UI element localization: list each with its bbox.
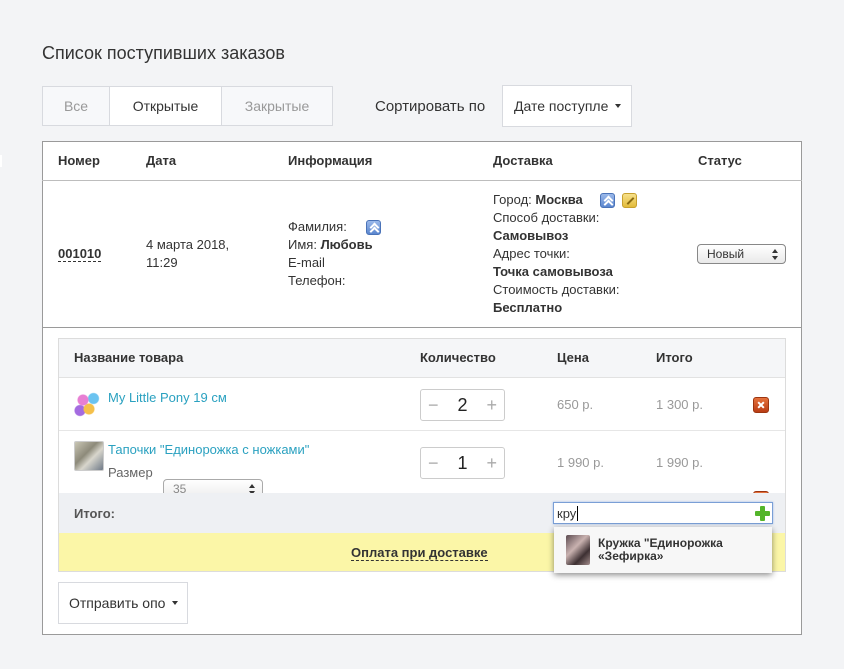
- status-select[interactable]: Новый: [697, 244, 786, 264]
- item-total: 1 990 р.: [656, 455, 703, 470]
- plus-button[interactable]: +: [486, 395, 497, 416]
- suggestion-thumbnail: [566, 535, 590, 565]
- quantity-stepper: − 2 +: [420, 389, 505, 421]
- delete-item-icon[interactable]: [753, 397, 769, 413]
- select-arrows-icon: [772, 249, 779, 260]
- payment-method[interactable]: Оплата при доставке: [351, 545, 488, 561]
- caret-down-icon: [615, 104, 622, 108]
- quantity-value[interactable]: 1: [457, 453, 467, 474]
- tab-open[interactable]: Открытые: [109, 87, 222, 125]
- product-search-input[interactable]: кру: [553, 502, 773, 524]
- pencil-icon[interactable]: [622, 193, 638, 209]
- cost-label: Стоимость доставки:: [493, 282, 620, 297]
- plus-icon[interactable]: [754, 505, 770, 521]
- customer-info: Фамилия: Имя: Любовь E-mail Телефон:: [288, 218, 478, 290]
- sort-dropdown[interactable]: Дате поступле: [502, 85, 632, 127]
- items-total-label: Итого:: [74, 506, 115, 521]
- item-price: 1 990 р.: [557, 455, 604, 470]
- col-header-status: Статус: [698, 153, 742, 168]
- search-suggestion[interactable]: Кружка "Единорожка «Зефирка»: [554, 527, 772, 573]
- order-date-line2: 11:29: [146, 255, 178, 270]
- order-date-line1: 4 марта 2018,: [146, 237, 230, 252]
- email-label: E-mail: [288, 255, 325, 270]
- suggestion-label: Кружка "Единорожка «Зефирка»: [598, 536, 723, 563]
- col-header-info: Информация: [288, 153, 373, 168]
- col-header-date: Дата: [146, 153, 177, 168]
- item-total: 1 300 р.: [656, 397, 703, 412]
- items-col-price: Цена: [557, 350, 589, 365]
- product-thumbnail[interactable]: [74, 441, 104, 471]
- size-label: Размер: [108, 465, 153, 480]
- name-label: Имя:: [288, 237, 317, 252]
- method-label: Способ доставки:: [493, 210, 600, 225]
- minus-button[interactable]: −: [428, 453, 439, 474]
- cost-value: Бесплатно: [493, 300, 563, 315]
- items-col-total: Итого: [656, 350, 693, 365]
- quantity-value[interactable]: 2: [457, 395, 467, 416]
- method-value: Самовывоз: [493, 228, 569, 243]
- phone-label: Телефон:: [288, 273, 346, 288]
- order-divider: [42, 327, 802, 328]
- product-link[interactable]: My Little Pony 19 см: [108, 390, 227, 405]
- product-link[interactable]: Тапочки "Единорожка с ножками": [108, 442, 309, 457]
- order-date: 4 марта 2018, 11:29: [146, 236, 256, 272]
- send-button-label: Отправить опо: [69, 595, 166, 611]
- surname-label: Фамилия:: [288, 219, 347, 234]
- delivery-info: Город: Москва Способ доставки: Самовывоз…: [493, 191, 693, 317]
- order-number[interactable]: 001010: [58, 245, 102, 263]
- status-value: Новый: [707, 247, 745, 261]
- edge-marker: [0, 155, 2, 167]
- chevrons-up-icon[interactable]: [600, 193, 616, 209]
- items-col-qty: Количество: [420, 350, 496, 365]
- address-label: Адрес точки:: [493, 246, 570, 261]
- order-number-link[interactable]: 001010: [58, 246, 102, 262]
- text-cursor: [577, 505, 579, 521]
- col-header-number: Номер: [58, 153, 100, 168]
- product-thumbnail[interactable]: [74, 388, 104, 418]
- address-value: Точка самовывоза: [493, 264, 613, 279]
- items-col-name: Название товара: [74, 350, 184, 365]
- payment-method-link[interactable]: Оплата при доставке: [351, 545, 488, 561]
- filter-tabs: Все Открытые Закрытые: [42, 86, 333, 126]
- minus-button[interactable]: −: [428, 395, 439, 416]
- caret-down-icon: [172, 601, 179, 605]
- plus-button[interactable]: +: [486, 453, 497, 474]
- sort-label: Сортировать по: [375, 98, 486, 115]
- chevrons-up-icon[interactable]: [366, 220, 382, 236]
- send-button[interactable]: Отправить опо: [58, 582, 188, 624]
- name-value: Любовь: [320, 237, 373, 252]
- col-header-delivery: Доставка: [493, 153, 553, 168]
- item-price: 650 р.: [557, 397, 594, 412]
- tab-all[interactable]: Все: [43, 87, 109, 125]
- row-divider: [59, 430, 785, 431]
- quantity-stepper: − 1 +: [420, 447, 505, 479]
- search-value: кру: [557, 505, 577, 521]
- tab-closed[interactable]: Закрытые: [222, 87, 332, 125]
- city-label: Город:: [493, 192, 532, 207]
- page-title: Список поступивших заказов: [42, 43, 285, 63]
- sort-value: Дате поступле: [514, 98, 609, 114]
- city-value: Москва: [535, 192, 583, 207]
